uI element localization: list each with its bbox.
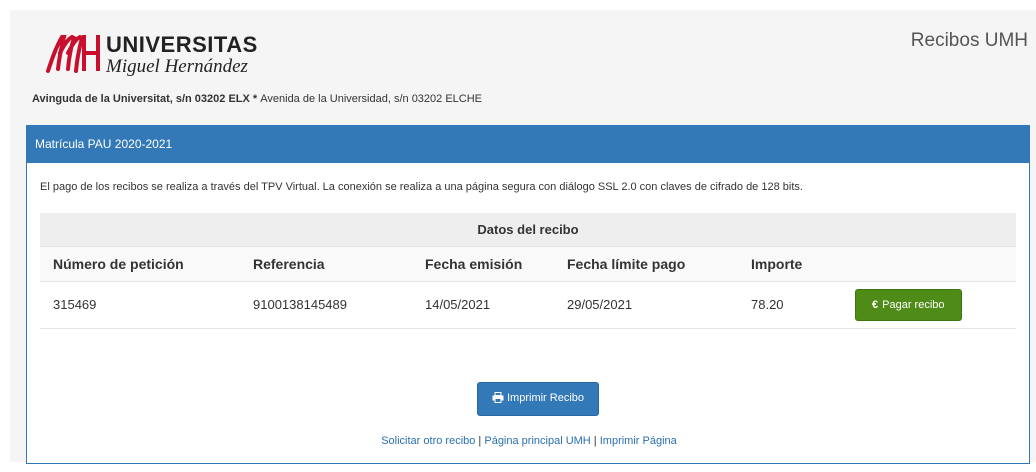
address-separator: * [249,93,261,105]
link-separator: | [475,435,485,447]
panel-title: Matrícula PAU 2020-2021 [27,126,1029,163]
link-request-another-receipt[interactable]: Solicitar otro recibo [381,435,475,447]
receipt-panel: Matrícula PAU 2020-2021 El pago de los r… [26,125,1030,464]
cell-importe: 78.20 [738,280,842,329]
receipt-table: Datos del recibo Número de petición Refe… [40,213,1016,329]
print-receipt-button[interactable]: Imprimir Recibo [477,382,600,416]
table-row: 315469 9100138145489 14/05/2021 29/05/20… [40,280,1016,329]
cell-referencia: 9100138145489 [240,280,412,329]
logo-subtitle: Miguel Hernández [106,56,248,77]
address-valencian: Avinguda de la Universitat, s/n 03202 EL… [32,93,250,105]
column-header-action [842,245,1016,281]
link-umh-home[interactable]: Página principal UMH [484,435,590,447]
link-separator: | [590,435,600,447]
cell-fecha-emision: 14/05/2021 [412,280,554,329]
page: UNIVERSITAS Miguel Hernández Recibos UMH… [10,10,1036,464]
printer-icon [492,392,504,406]
cell-action: € Pagar recibo [842,280,1016,329]
app-title: Recibos UMH [910,30,1028,51]
address: Avinguda de la Universitat, s/n 03202 EL… [32,93,482,105]
payment-info-text: El pago de los recibos se realiza a trav… [40,181,803,193]
column-header-importe: Importe [738,245,842,281]
column-header-fecha-emision: Fecha emisión [412,245,554,281]
column-header-referencia: Referencia [240,245,412,281]
euro-icon: € [872,298,879,311]
pay-receipt-label: Pagar recibo [882,298,945,311]
pay-receipt-button[interactable]: € Pagar recibo [855,288,962,321]
umh-logo-icon [46,34,100,73]
column-header-numero: Número de petición [40,245,240,281]
table-caption: Datos del recibo [40,213,1016,246]
footer-links: Solicitar otro recibo | Página principal… [27,435,1031,447]
link-print-page[interactable]: Imprimir Página [600,435,677,447]
logo-name: UNIVERSITAS [106,32,258,57]
umh-logo[interactable]: UNIVERSITAS Miguel Hernández [46,26,266,80]
column-header-fecha-limite: Fecha límite pago [554,245,738,281]
print-receipt-label: Imprimir Recibo [507,392,585,404]
cell-numero: 315469 [40,280,240,329]
address-spanish: Avenida de la Universidad, s/n 03202 ELC… [260,93,483,105]
cell-fecha-limite: 29/05/2021 [554,280,738,329]
